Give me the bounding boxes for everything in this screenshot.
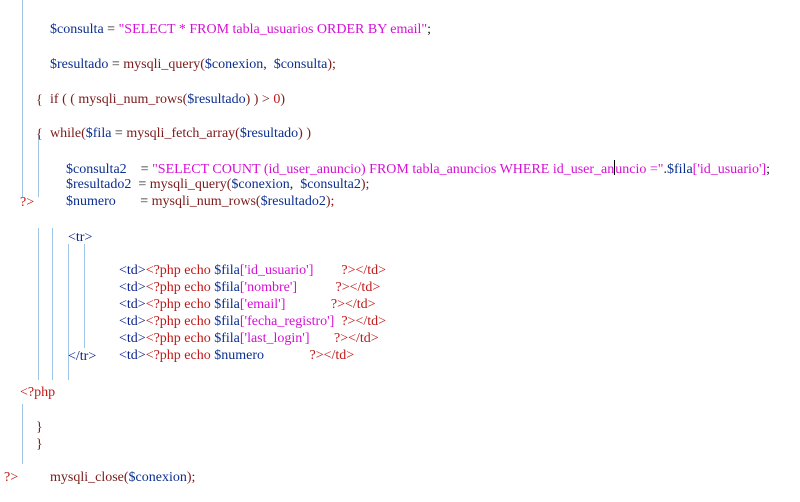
td-row: <td><?php echo $fila['id_usuario'] ?></t… bbox=[98, 247, 386, 278]
keyword-token: while( bbox=[50, 126, 86, 141]
variable-token: $numero bbox=[214, 348, 264, 363]
code-line-resultado: $resultado = mysqli_query($conexion, $co… bbox=[36, 41, 336, 72]
code-line-numero: $numero = mysqli_num_rows($resultado2); bbox=[52, 178, 334, 209]
tr-close-tag: </tr> bbox=[68, 349, 97, 364]
punctuation-token: ); bbox=[325, 194, 335, 209]
spacing bbox=[264, 348, 310, 363]
code-line-while: while($fila = mysqli_fetch_array($result… bbox=[36, 110, 311, 141]
punctuation-token: ); bbox=[186, 470, 196, 485]
function-token: mysqli_close( bbox=[50, 470, 129, 485]
php-open-tag: <?php bbox=[20, 385, 56, 400]
punctuation-token: ); bbox=[327, 57, 336, 72]
code-line-consulta2: $consulta2 = "SELECT COUNT (id_user_anun… bbox=[52, 144, 770, 177]
separator-token: , bbox=[263, 57, 274, 72]
function-token: mysqli_num_rows( bbox=[78, 92, 188, 107]
operator-token: = bbox=[103, 22, 119, 37]
operator-token: = bbox=[111, 126, 127, 141]
code-editor[interactable]: $consulta = "SELECT * FROM tabla_usuario… bbox=[0, 0, 800, 487]
indent-guide bbox=[52, 228, 53, 380]
operator-token: = bbox=[115, 194, 152, 209]
punctuation-token: ( ( bbox=[58, 92, 79, 107]
php-open-tag: <?php echo bbox=[145, 348, 215, 363]
indent-guide bbox=[22, 404, 23, 464]
index-token: ['id_usuario'] bbox=[692, 162, 767, 177]
string-token: "SELECT * FROM tabla_usuarios ORDER BY e… bbox=[118, 22, 428, 37]
semicolon-token: ; bbox=[766, 162, 771, 177]
variable-token: $consulta bbox=[273, 57, 328, 72]
indent-guide bbox=[38, 228, 39, 380]
punctuation-token: ) bbox=[280, 92, 286, 107]
punctuation-token: ) ) bbox=[298, 126, 311, 141]
code-line-open-brace: { bbox=[36, 93, 43, 108]
function-token: mysqli_query( bbox=[123, 57, 205, 72]
semicolon-token: ; bbox=[427, 22, 431, 37]
function-token: mysqli_num_rows( bbox=[151, 194, 261, 209]
td-row: <td><?php echo $fila['nombre'] ?></td> bbox=[98, 264, 380, 295]
variable-token: $consulta bbox=[50, 22, 104, 37]
code-line-open-brace: { bbox=[36, 127, 43, 142]
variable-token: $numero bbox=[66, 194, 116, 209]
indent-guide bbox=[22, 0, 23, 197]
close-brace: } bbox=[36, 437, 43, 452]
td-row: <td><?php echo $fila['fecha_registro'] ?… bbox=[98, 298, 386, 329]
code-line-mysqli-close: mysqli_close($conexion); bbox=[36, 454, 195, 485]
code-line-consulta: $consulta = "SELECT * FROM tabla_usuario… bbox=[36, 6, 431, 37]
code-line-resultado2: $resultado2 = mysqli_query($conexion, $c… bbox=[52, 161, 369, 192]
close-brace: } bbox=[36, 420, 43, 435]
variable-token: $resultado bbox=[50, 57, 109, 72]
code-line-if: if ( ( mysqli_num_rows($resultado) ) > 0… bbox=[36, 76, 285, 107]
tr-open-tag: <tr> bbox=[68, 230, 93, 245]
variable-token: $resultado2 bbox=[260, 194, 326, 209]
php-close-tag: ?> bbox=[20, 195, 35, 210]
td-close-tag: ?></td> bbox=[309, 348, 355, 363]
variable-token: $conexion bbox=[204, 57, 264, 72]
punctuation-token: ); bbox=[360, 177, 370, 192]
string-token: uncio =" bbox=[615, 162, 664, 177]
td-open-tag: <td> bbox=[119, 348, 146, 363]
punctuation-token: ) ) > bbox=[245, 92, 274, 107]
td-row: <td><?php echo $fila['email'] ?></td> bbox=[98, 281, 376, 312]
php-close-tag: ?> bbox=[4, 470, 19, 485]
variable-token: $conexion bbox=[128, 470, 187, 485]
variable-token: $resultado bbox=[187, 92, 246, 107]
variable-token: $resultado bbox=[239, 126, 299, 141]
variable-token: $fila bbox=[85, 126, 112, 141]
variable-token: $fila bbox=[667, 162, 693, 177]
operator-token: = bbox=[108, 57, 124, 72]
indent-guide bbox=[84, 244, 85, 348]
td-row: <td><?php echo $numero ?></td> bbox=[98, 332, 354, 363]
function-token: mysqli_fetch_array( bbox=[126, 126, 240, 141]
td-row: <td><?php echo $fila['last_login'] ?></t… bbox=[98, 315, 379, 346]
keyword-token: if bbox=[50, 92, 59, 107]
